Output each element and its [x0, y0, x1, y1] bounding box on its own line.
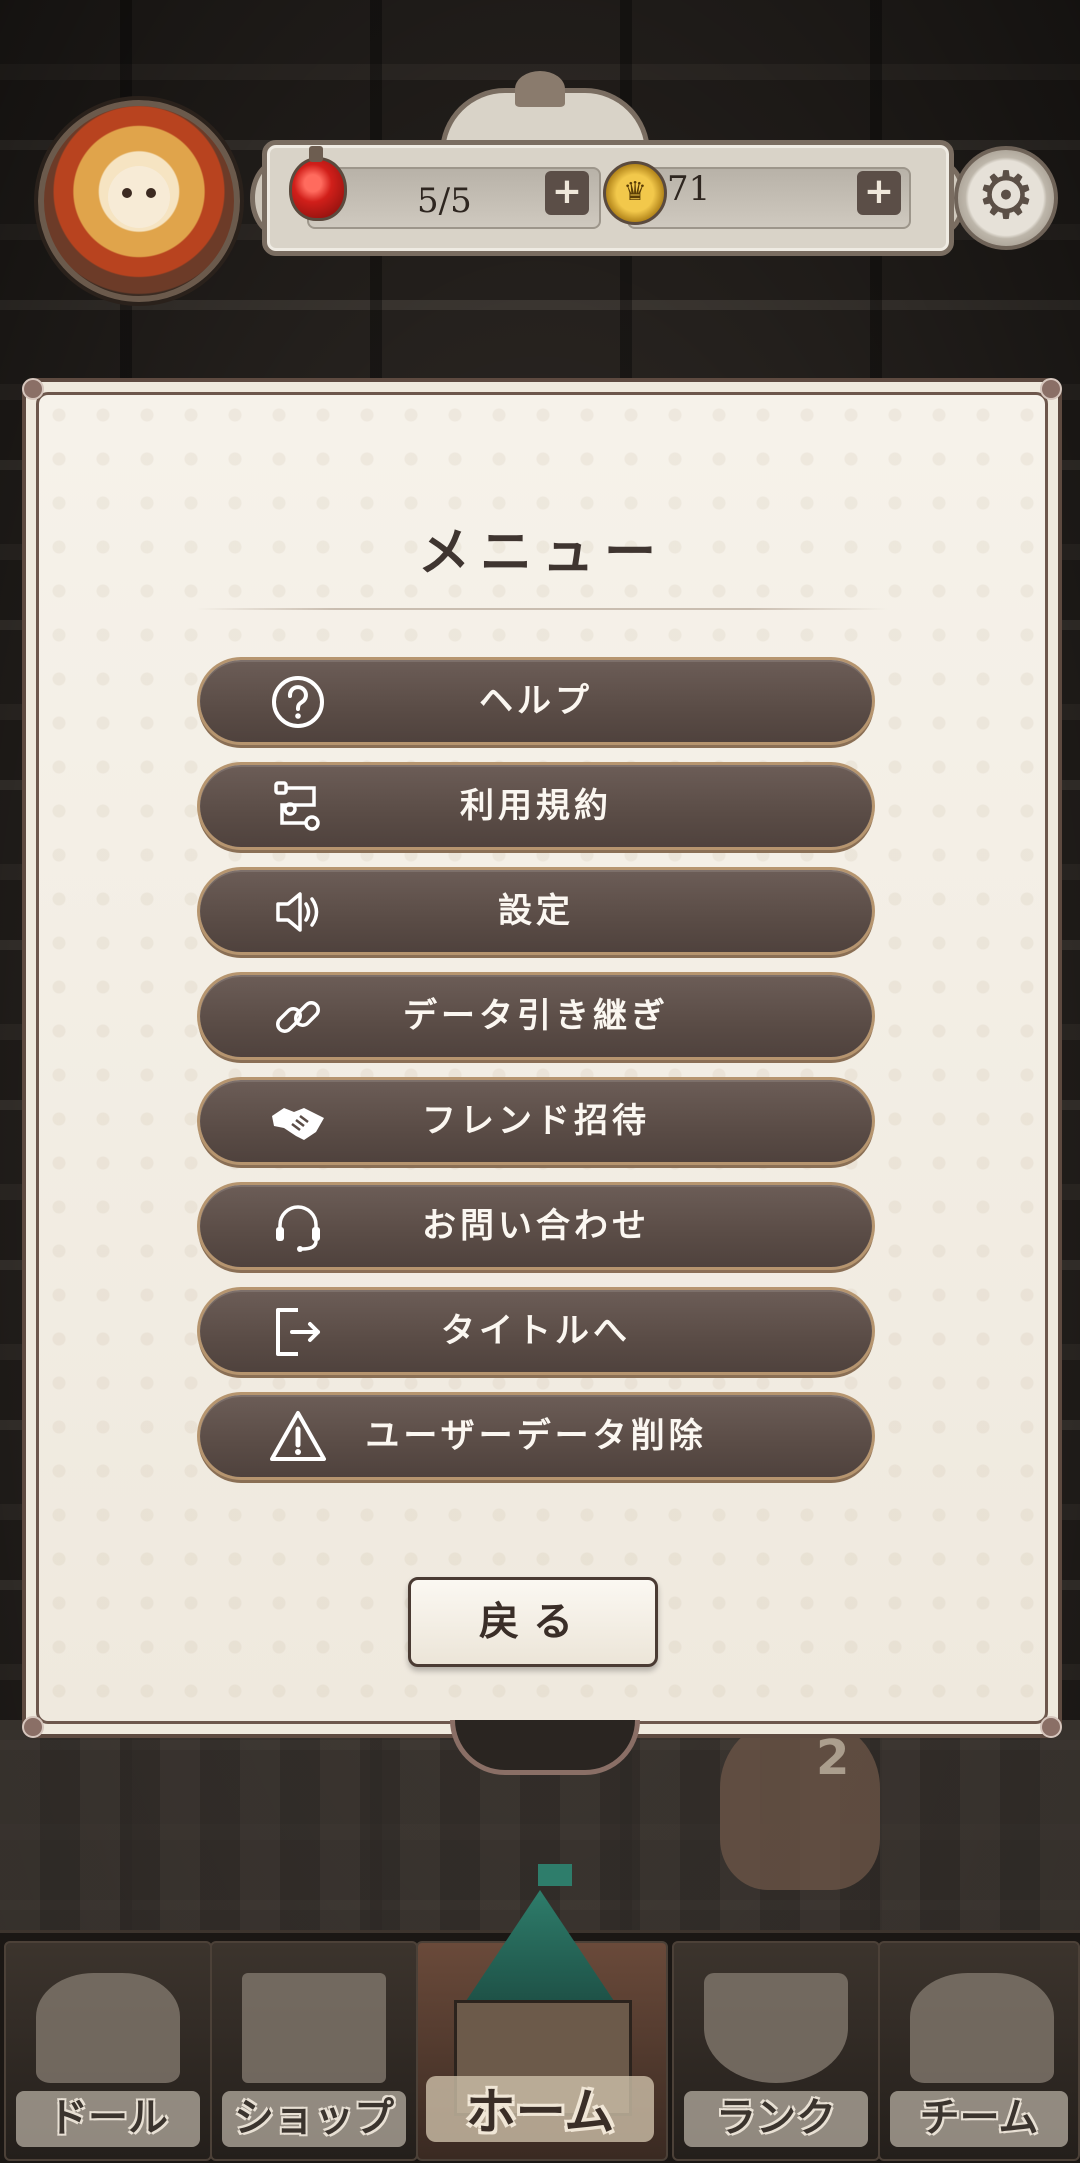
nav-label-team: チーム: [919, 2095, 1039, 2141]
friend-invite-button[interactable]: フレンド招待: [200, 1080, 872, 1162]
corner-dot: [1040, 1716, 1062, 1738]
shop-icon: [242, 1973, 386, 2083]
corner-dot: [22, 1716, 44, 1738]
data-transfer-button[interactable]: データ引き継ぎ: [200, 975, 872, 1057]
add-stamina-button[interactable]: +: [545, 171, 589, 215]
nav-label-doll: ドール: [48, 2095, 168, 2141]
nav-label-home: ホーム: [465, 2083, 615, 2141]
delete-user-data-button[interactable]: ユーザーデータ削除: [200, 1395, 872, 1477]
add-coins-button[interactable]: +: [857, 171, 901, 215]
corner-dot: [1040, 378, 1062, 400]
to-title-label: タイトルへ: [441, 1311, 631, 1351]
data-transfer-label: データ引き継ぎ: [403, 996, 669, 1036]
friend-invite-label: フレンド招待: [422, 1101, 650, 1141]
balloon-decoration: 2: [720, 1720, 880, 1890]
castle-roof-icon: [460, 1890, 620, 2010]
home-flag-icon: [538, 1864, 572, 1886]
to-title-button[interactable]: タイトルへ: [200, 1290, 872, 1372]
nav-item-team[interactable]: チーム: [878, 1941, 1080, 2161]
delete-user-data-label: ユーザーデータ削除: [365, 1416, 707, 1456]
help-button[interactable]: ヘルプ: [200, 660, 872, 742]
help-label: ヘルプ: [479, 681, 593, 721]
nav-label-shop: ショップ: [234, 2095, 394, 2141]
menu-panel-inner: [36, 392, 1048, 1724]
title-divider: [196, 608, 888, 610]
stamina-value: 5/5: [417, 181, 472, 221]
terms-label: 利用規約: [460, 786, 612, 826]
panel-bottom-ornament: [450, 1720, 640, 1775]
nav-item-shop[interactable]: ショップ: [210, 1941, 418, 2161]
contact-label: お問い合わせ: [422, 1206, 650, 1246]
menu-panel: メニュー ヘルプ 利用規約 設定 データ引き継ぎ フレンド招待 お問い合わせ タ…: [22, 378, 1062, 1738]
nav-label-rank: ランク: [716, 2095, 836, 2141]
settings-button[interactable]: 設定: [200, 870, 872, 952]
contact-button[interactable]: お問い合わせ: [200, 1185, 872, 1267]
settings-gear-icon[interactable]: ⚙: [954, 146, 1058, 250]
flag-hat-icon: [910, 1973, 1054, 2083]
resource-bar: 5/5 + ♛ 71 +: [262, 140, 954, 256]
back-button[interactable]: 戻る: [408, 1577, 658, 1667]
menu-title: メニュー: [417, 523, 666, 583]
coin-value: 71: [667, 169, 711, 209]
player-avatar[interactable]: [38, 100, 240, 302]
corner-dot: [22, 378, 44, 400]
hat-icon: [36, 1973, 180, 2083]
potion-icon: [289, 146, 347, 221]
terms-button[interactable]: 利用規約: [200, 765, 872, 847]
balloon-number: 2: [816, 1730, 850, 1786]
nav-item-home[interactable]: ホーム: [408, 1864, 672, 2150]
avatar-face-icon: [108, 166, 170, 228]
nav-item-doll[interactable]: ドール: [4, 1941, 212, 2161]
crown-coin-icon: ♛: [603, 161, 667, 225]
trophy-icon: [704, 1973, 848, 2083]
nav-item-rank[interactable]: ランク: [672, 1941, 880, 2161]
settings-label: 設定: [498, 891, 574, 931]
